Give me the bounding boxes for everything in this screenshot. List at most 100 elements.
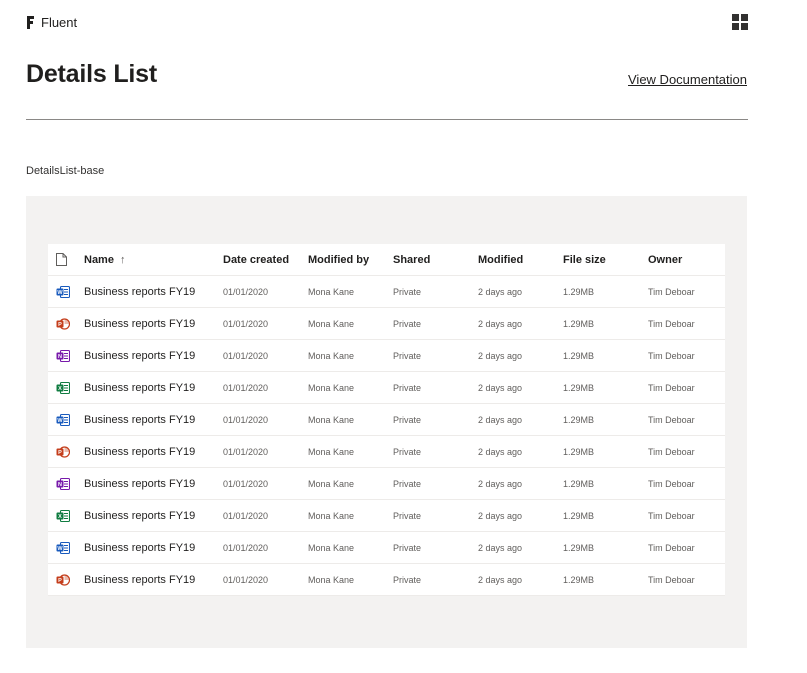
cell-modified-by: Mona Kane bbox=[308, 383, 355, 393]
cell-shared: Private bbox=[393, 447, 422, 457]
column-header-owner[interactable]: Owner bbox=[648, 244, 682, 276]
cell-modified-by: Mona Kane bbox=[308, 479, 355, 489]
file-type-cell: P bbox=[56, 308, 72, 340]
cell-shared: Private bbox=[393, 575, 422, 585]
app-grid-icon[interactable] bbox=[732, 14, 748, 30]
svg-text:X: X bbox=[58, 514, 62, 520]
page-header: Details List View Documentation bbox=[26, 60, 748, 120]
cell-name: Business reports FY19 bbox=[84, 446, 196, 458]
cell-owner: Tim Deboar bbox=[648, 287, 695, 297]
cell-modified-by: Mona Kane bbox=[308, 319, 355, 329]
cell-modified: 2 days ago bbox=[478, 415, 523, 425]
cell-modified: 2 days ago bbox=[478, 543, 523, 553]
column-header-name-label: Name bbox=[84, 254, 114, 266]
brand[interactable]: Fluent bbox=[26, 15, 77, 30]
cell-file-size: 1.29MB bbox=[563, 479, 595, 489]
cell-modified-by: Mona Kane bbox=[308, 351, 355, 361]
cell-date-created: 01/01/2020 bbox=[223, 447, 269, 457]
brand-name: Fluent bbox=[41, 15, 78, 30]
cell-date-created: 01/01/2020 bbox=[223, 319, 269, 329]
svg-text:W: W bbox=[57, 290, 63, 296]
cell-shared: Private bbox=[393, 543, 422, 553]
file-icon bbox=[56, 253, 67, 266]
cell-owner: Tim Deboar bbox=[648, 543, 695, 553]
cell-name: Business reports FY19 bbox=[84, 574, 196, 586]
cell-shared: Private bbox=[393, 351, 422, 361]
cell-owner: Tim Deboar bbox=[648, 351, 695, 361]
cell-date-created: 01/01/2020 bbox=[223, 351, 269, 361]
cell-name: Business reports FY19 bbox=[84, 510, 196, 522]
column-header-modified-by[interactable]: Modified by bbox=[308, 244, 369, 276]
cell-modified: 2 days ago bbox=[478, 351, 523, 361]
column-header-file-type[interactable] bbox=[56, 244, 72, 276]
column-header-file-size[interactable]: File size bbox=[563, 244, 606, 276]
file-type-cell: W bbox=[56, 532, 72, 564]
cell-date-created: 01/01/2020 bbox=[223, 287, 269, 297]
file-type-cell: X bbox=[56, 372, 72, 404]
list-body: W Business reports FY19 01/01/2020 Mona Kan… bbox=[48, 276, 725, 596]
svg-text:X: X bbox=[58, 386, 62, 392]
table-row[interactable]: N Business reports FY19 01/01/2020 Mona Kan… bbox=[48, 340, 725, 372]
powerpoint-file-icon: P bbox=[56, 574, 70, 586]
table-row[interactable]: W Business reports FY19 01/01/2020 Mona Kan… bbox=[48, 404, 725, 436]
table-row[interactable]: N Business reports FY19 01/01/2020 Mona Kan… bbox=[48, 468, 725, 500]
cell-modified: 2 days ago bbox=[478, 319, 523, 329]
file-type-cell: N bbox=[56, 340, 72, 372]
cell-file-size: 1.29MB bbox=[563, 287, 595, 297]
cell-date-created: 01/01/2020 bbox=[223, 415, 269, 425]
file-type-cell: P bbox=[56, 564, 72, 596]
cell-owner: Tim Deboar bbox=[648, 319, 695, 329]
table-row[interactable]: P Business reports FY19 01/01/2020 Mona Kan… bbox=[48, 564, 725, 596]
cell-modified: 2 days ago bbox=[478, 383, 523, 393]
table-row[interactable]: X Business reports FY19 01/01/2020 Mona Kan… bbox=[48, 500, 725, 532]
cell-shared: Private bbox=[393, 511, 422, 521]
cell-file-size: 1.29MB bbox=[563, 383, 595, 393]
top-bar: Fluent bbox=[26, 14, 748, 34]
column-header-modified[interactable]: Modified bbox=[478, 244, 523, 276]
cell-date-created: 01/01/2020 bbox=[223, 575, 269, 585]
cell-owner: Tim Deboar bbox=[648, 511, 695, 521]
cell-modified-by: Mona Kane bbox=[308, 575, 355, 585]
svg-text:P: P bbox=[58, 322, 62, 328]
cell-modified-by: Mona Kane bbox=[308, 543, 355, 553]
cell-file-size: 1.29MB bbox=[563, 511, 595, 521]
cell-owner: Tim Deboar bbox=[648, 415, 695, 425]
file-type-cell: P bbox=[56, 436, 72, 468]
cell-date-created: 01/01/2020 bbox=[223, 543, 269, 553]
cell-modified-by: Mona Kane bbox=[308, 287, 355, 297]
file-type-cell: W bbox=[56, 404, 72, 436]
cell-name: Business reports FY19 bbox=[84, 478, 196, 490]
cell-name: Business reports FY19 bbox=[84, 542, 196, 554]
example-panel: Name ↑ Date created Modified by Shared Mo… bbox=[26, 196, 747, 648]
cell-date-created: 01/01/2020 bbox=[223, 511, 269, 521]
table-row[interactable]: P Business reports FY19 01/01/2020 Mona Kan… bbox=[48, 308, 725, 340]
excel-file-icon: X bbox=[56, 509, 70, 523]
view-documentation-link[interactable]: View Documentation bbox=[628, 72, 747, 87]
powerpoint-file-icon: P bbox=[56, 446, 70, 458]
cell-date-created: 01/01/2020 bbox=[223, 479, 269, 489]
cell-file-size: 1.29MB bbox=[563, 319, 595, 329]
table-row[interactable]: X Business reports FY19 01/01/2020 Mona Kan… bbox=[48, 372, 725, 404]
table-row[interactable]: P Business reports FY19 01/01/2020 Mona Kan… bbox=[48, 436, 725, 468]
fluent-logo-icon bbox=[27, 16, 34, 29]
word-file-icon: W bbox=[56, 413, 70, 427]
onenote-file-icon: N bbox=[56, 477, 70, 491]
cell-name: Business reports FY19 bbox=[84, 382, 196, 394]
cell-name: Business reports FY19 bbox=[84, 318, 196, 330]
table-row[interactable]: W Business reports FY19 01/01/2020 Mona Kan… bbox=[48, 532, 725, 564]
cell-owner: Tim Deboar bbox=[648, 575, 695, 585]
page-title: Details List bbox=[26, 60, 157, 88]
cell-file-size: 1.29MB bbox=[563, 543, 595, 553]
svg-text:W: W bbox=[57, 418, 63, 424]
cell-file-size: 1.29MB bbox=[563, 351, 595, 361]
cell-modified: 2 days ago bbox=[478, 287, 523, 297]
cell-name: Business reports FY19 bbox=[84, 350, 196, 362]
file-type-cell: N bbox=[56, 468, 72, 500]
svg-text:W: W bbox=[57, 546, 63, 552]
column-header-name[interactable]: Name ↑ bbox=[84, 244, 125, 276]
column-header-date-created[interactable]: Date created bbox=[223, 244, 289, 276]
column-header-shared[interactable]: Shared bbox=[393, 244, 430, 276]
onenote-file-icon: N bbox=[56, 349, 70, 363]
cell-name: Business reports FY19 bbox=[84, 414, 196, 426]
table-row[interactable]: W Business reports FY19 01/01/2020 Mona Kan… bbox=[48, 276, 725, 308]
